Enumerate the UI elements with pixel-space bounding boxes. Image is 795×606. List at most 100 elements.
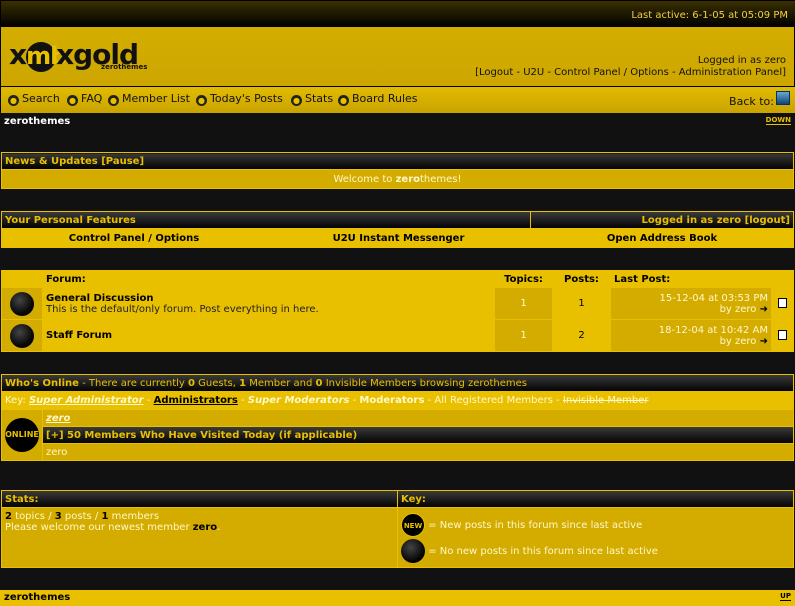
forum-desc: This is the default/only forum. Post eve…: [46, 303, 319, 315]
whos-online-table: Who's Online - There are currently 0 Gue…: [1, 374, 794, 461]
key-body: NEW = New posts in this forum since last…: [397, 507, 794, 568]
key-invisible: Invisible Member: [562, 395, 649, 406]
page-icon[interactable]: [778, 330, 787, 340]
stats-posts-label: posts /: [61, 511, 102, 522]
online-badge-cell: ONLINE: [1, 409, 43, 461]
goto-last-post-icon[interactable]: ➜: [760, 304, 768, 315]
nav-member-list[interactable]: ● Member List: [108, 92, 190, 106]
nav-search[interactable]: ● Search: [8, 92, 60, 106]
news-ticker: Welcome to zerothemes!: [1, 169, 794, 189]
personal-logged-in[interactable]: Logged in as zero [logout]: [530, 211, 794, 229]
goto-last-post-icon[interactable]: ➜: [760, 336, 768, 347]
news-heading[interactable]: News & Updates [Pause]: [1, 152, 794, 170]
key-new-text: = New posts in this forum since last act…: [428, 519, 643, 531]
visited-user[interactable]: zero: [42, 443, 794, 461]
online-heading: Who's Online - There are currently 0 Gue…: [1, 374, 794, 392]
stats-welcome-post: .: [217, 522, 221, 533]
key-sep: -: [349, 395, 360, 406]
key-heading: Key:: [397, 490, 794, 508]
forum-posts: 2: [552, 319, 611, 352]
forum-posts: 1: [552, 287, 611, 320]
col-topics: Topics:: [494, 270, 553, 288]
key-admins: Administrators: [153, 395, 238, 406]
col-last-post: Last Post:: [610, 270, 772, 288]
news-welcome-post: themes!: [420, 173, 462, 185]
news-table: News & Updates [Pause] Welcome to zeroth…: [1, 152, 794, 189]
back-to-label: Back to:: [729, 95, 774, 108]
key-super-mods: Super Moderators: [247, 395, 350, 406]
logo-subtitle: zerothemes: [101, 63, 148, 71]
last-active: Last active: 6-1-05 at 05:09 PM: [631, 10, 788, 21]
scroll-down-button[interactable]: DOWN: [765, 116, 791, 125]
footer-board-name[interactable]: zerothemes: [4, 592, 70, 603]
last-post-by[interactable]: by zero: [720, 304, 757, 315]
nav-board-rules[interactable]: ● Board Rules: [338, 92, 418, 106]
key-sep: -: [237, 395, 248, 406]
last-post-date: 18-12-04 at 10:42 AM: [658, 324, 768, 336]
forum-last-post: 15-12-04 at 03:53 PM by zero ➜: [610, 287, 772, 320]
faq-icon: ●: [67, 95, 78, 106]
online-title[interactable]: Who's Online: [5, 378, 79, 389]
newest-member[interactable]: zero: [193, 522, 217, 533]
nav-stats-label: Stats: [305, 92, 334, 105]
visited-today-heading[interactable]: [+] 50 Members Who Have Visited Today (i…: [42, 426, 794, 444]
stats-heading: Stats:: [1, 490, 398, 508]
u2u-link[interactable]: U2U Instant Messenger: [266, 228, 531, 248]
online-text-c: Member and: [246, 377, 316, 389]
members-icon: ●: [108, 95, 119, 106]
logo-m: mb: [26, 42, 67, 72]
forum-status: [1, 319, 43, 352]
key-no-new-text: = No new posts in this forum since last …: [428, 545, 658, 557]
personal-heading: Your Personal Features: [1, 211, 531, 229]
online-text-a: - There are currently: [78, 377, 188, 389]
nav-stats[interactable]: ● Stats: [291, 92, 333, 106]
nav-board-rules-label: Board Rules: [352, 92, 418, 105]
stats-body: 2 topics / 3 posts / 1 members Please wel…: [1, 507, 398, 568]
forum-status: [1, 287, 43, 320]
nav-search-label: Search: [22, 92, 60, 105]
stats-key-table: Stats: Key: 2 topics / 3 posts / 1 membe…: [1, 490, 794, 568]
forum-name[interactable]: Staff Forum: [46, 330, 112, 341]
account-links[interactable]: [Logout - U2U - Control Panel / Options …: [475, 67, 786, 78]
new-posts-icon: NEW: [401, 512, 425, 537]
control-panel-link[interactable]: Control Panel / Options: [1, 228, 267, 248]
footer-bar: zerothemes UP: [0, 590, 795, 606]
back-to-icon[interactable]: [776, 91, 790, 105]
no-new-posts-icon: [10, 323, 34, 348]
stats-members-label: members: [108, 511, 160, 522]
col-forum: Forum:: [42, 270, 495, 288]
key-sep: -: [424, 395, 435, 406]
page-icon[interactable]: [778, 298, 787, 308]
online-text-b: Guests,: [194, 377, 240, 389]
key-no-new-row: = No new posts in this forum since last …: [401, 538, 790, 563]
no-new-posts-icon: [10, 291, 34, 316]
board-title-bar: zerothemes DOWN: [0, 114, 795, 131]
online-key: Key: Super Administrator - Administrator…: [1, 391, 794, 410]
forum-table: Forum: Topics: Posts: Last Post: General…: [1, 270, 794, 352]
nav-todays-posts[interactable]: ● Today's Posts: [196, 92, 283, 106]
scroll-up-button[interactable]: UP: [780, 592, 791, 601]
forum-page-cell: [771, 319, 794, 352]
last-post-date: 15-12-04 at 03:53 PM: [659, 292, 768, 304]
forum-name[interactable]: General Discussion: [46, 293, 154, 304]
header: Last active: 6-1-05 at 05:09 PM xmbxgold…: [0, 0, 795, 113]
forum-last-post: 18-12-04 at 10:42 AM by zero ➜: [610, 319, 772, 352]
personal-features-table: Your Personal Features Logged in as zero…: [1, 211, 794, 248]
forum-topics: 1: [494, 287, 553, 320]
address-book-link[interactable]: Open Address Book: [530, 228, 794, 248]
col-posts: Posts:: [552, 270, 611, 288]
stats-posts: 3: [54, 511, 62, 522]
stats-welcome-pre: Please welcome our newest member: [5, 522, 193, 533]
forum-row: General Discussion This is the default/on…: [1, 287, 794, 320]
today-icon: ●: [196, 95, 207, 106]
forum-topics: 1: [494, 319, 553, 352]
key-prefix: Key:: [5, 395, 29, 406]
nav-bar: ● Search ● FAQ ● Member List ● Today's Posts…: [1, 86, 795, 113]
board-name[interactable]: zerothemes: [4, 116, 70, 127]
forum-cell: Staff Forum: [42, 319, 495, 352]
online-user[interactable]: zero: [46, 413, 70, 424]
nav-faq[interactable]: ● FAQ: [67, 92, 102, 106]
last-post-by[interactable]: by zero: [720, 336, 757, 347]
key-sep: -: [552, 395, 563, 406]
nav-faq-label: FAQ: [81, 92, 103, 105]
